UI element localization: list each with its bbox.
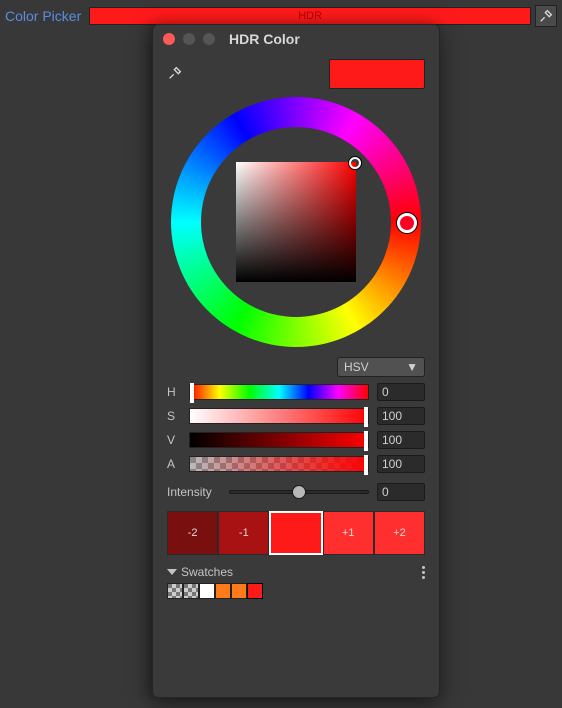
intensity-step[interactable]: -2 <box>167 511 218 555</box>
saturation-value-field[interactable]: 100 <box>377 407 425 425</box>
color-field[interactable]: HDR <box>89 7 531 25</box>
value-slider[interactable] <box>189 432 369 448</box>
swatch-item[interactable] <box>167 583 183 599</box>
maximize-button[interactable] <box>203 33 215 45</box>
eyedropper-icon <box>538 8 554 24</box>
value-value-field[interactable]: 100 <box>377 431 425 449</box>
alpha-value-field[interactable]: 100 <box>377 455 425 473</box>
swatch-item[interactable] <box>247 583 263 599</box>
swatches-foldout[interactable]: Swatches <box>167 565 233 579</box>
hue-cursor[interactable] <box>397 213 417 233</box>
intensity-step[interactable] <box>269 511 322 555</box>
current-color-swatch[interactable] <box>329 59 425 89</box>
intensity-step[interactable]: +2 <box>374 511 425 555</box>
saturation-slider[interactable] <box>189 408 369 424</box>
swatches-label: Swatches <box>181 565 233 579</box>
panel-title: HDR Color <box>229 31 300 47</box>
swatch-item[interactable] <box>183 583 199 599</box>
hue-label: H <box>167 385 181 399</box>
alpha-slider[interactable] <box>189 456 369 472</box>
sv-cursor[interactable] <box>349 157 361 169</box>
intensity-slider[interactable] <box>229 490 369 494</box>
swatches-menu-button[interactable] <box>422 566 425 579</box>
intensity-label: Intensity <box>167 485 221 499</box>
panel-eyedropper-button[interactable] <box>167 65 183 84</box>
color-mode-dropdown[interactable]: HSV ▼ <box>337 357 425 377</box>
color-wheel[interactable] <box>171 97 421 347</box>
chevron-down-icon: ▼ <box>406 360 418 374</box>
hdr-color-panel: HDR Color HSV ▼ H 0 S 100 <box>152 24 440 698</box>
close-button[interactable] <box>163 33 175 45</box>
swatch-list <box>153 579 439 607</box>
minimize-button[interactable] <box>183 33 195 45</box>
hue-slider[interactable] <box>189 384 369 400</box>
intensity-value-field[interactable]: 0 <box>377 483 425 501</box>
triangle-down-icon <box>167 569 177 575</box>
page-title-label: Color Picker <box>5 8 81 24</box>
color-mode-value: HSV <box>344 360 369 374</box>
eyedropper-button[interactable] <box>535 5 557 27</box>
intensity-steps: -2-1 +1+2 <box>167 511 425 555</box>
swatch-item[interactable] <box>199 583 215 599</box>
swatch-item[interactable] <box>215 583 231 599</box>
swatch-item[interactable] <box>231 583 247 599</box>
saturation-label: S <box>167 409 181 423</box>
alpha-label: A <box>167 457 181 471</box>
eyedropper-icon <box>167 65 183 81</box>
saturation-value-box[interactable] <box>236 162 356 282</box>
hue-value-field[interactable]: 0 <box>377 383 425 401</box>
intensity-step[interactable]: -1 <box>218 511 269 555</box>
value-label: V <box>167 433 181 447</box>
titlebar: HDR Color <box>153 25 439 53</box>
intensity-step[interactable]: +1 <box>323 511 374 555</box>
